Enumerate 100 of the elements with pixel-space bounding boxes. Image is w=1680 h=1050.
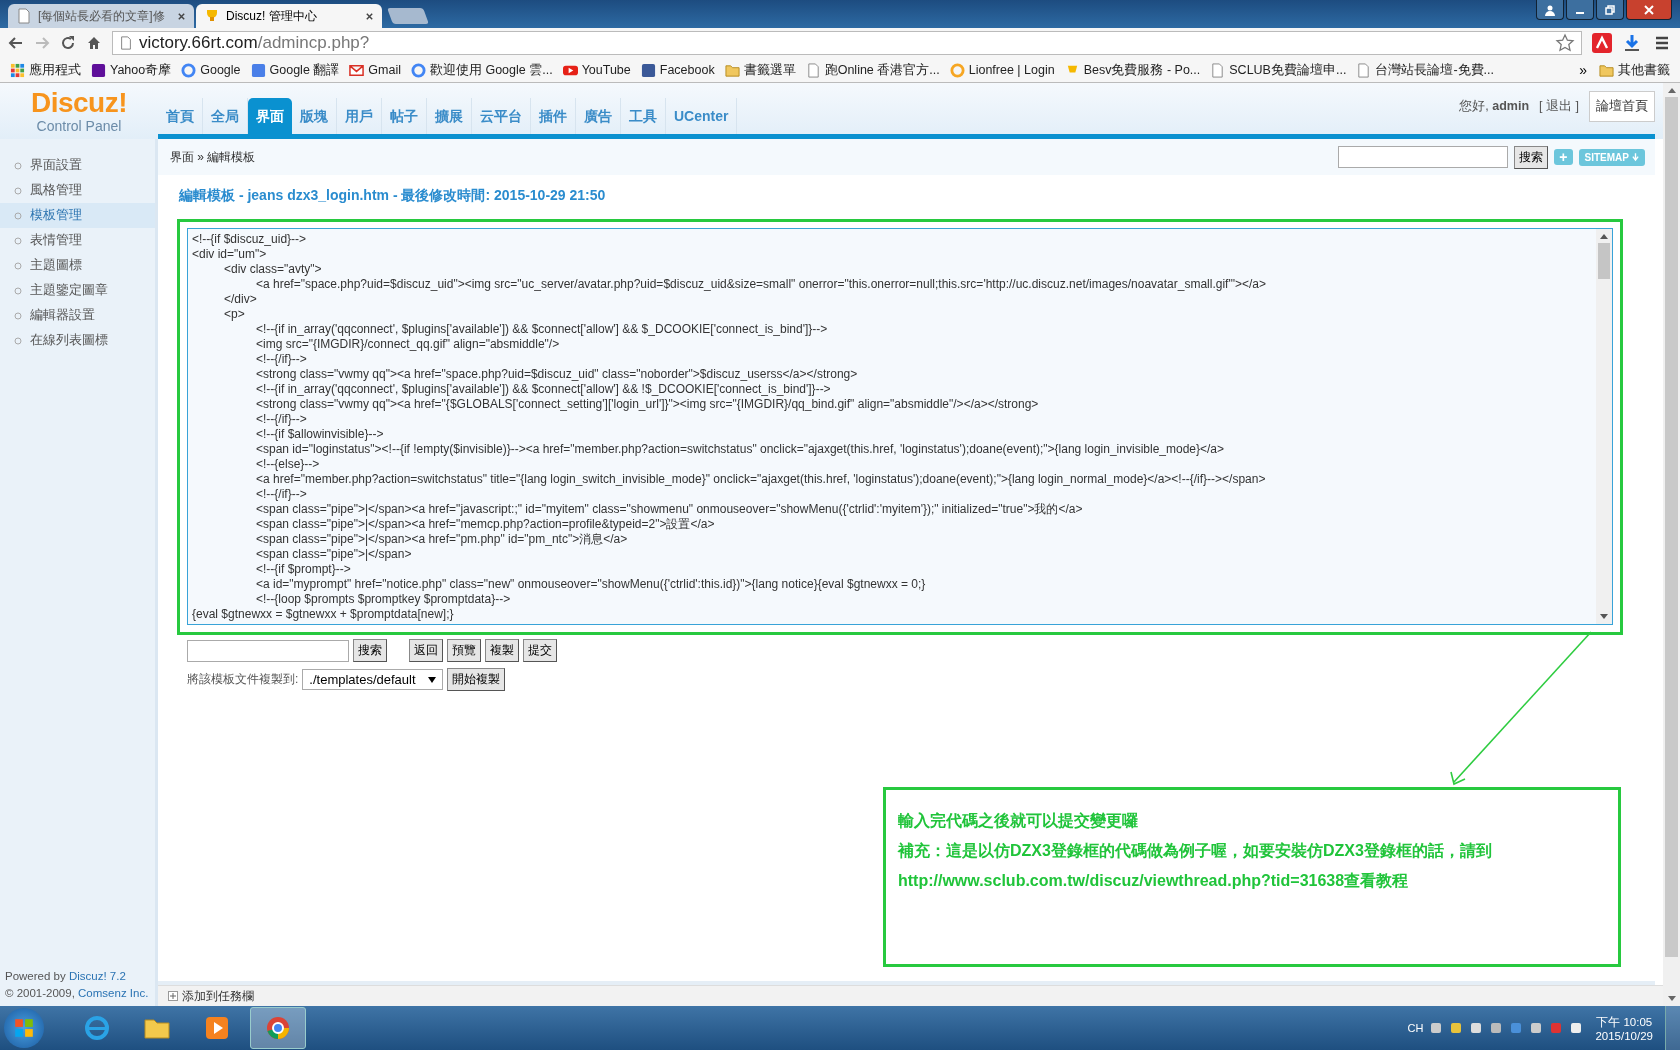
bookmark-folder[interactable]: 其他書籤 [1597,61,1672,79]
restore-button[interactable] [1596,0,1624,20]
bullet-icon [14,311,22,320]
sidebar-item[interactable]: 風格管理 [0,178,155,203]
forum-home-button[interactable]: 論壇首頁 [1589,91,1655,122]
bullet-icon [14,161,22,170]
tray-icon[interactable] [1569,1021,1584,1035]
logo: Discuz! [30,88,128,118]
action-button[interactable]: 複製 [485,639,519,662]
scroll-down-icon [1600,614,1608,620]
bookmark[interactable]: Gmail [347,62,403,78]
bookmark[interactable]: Google 翻譯 [248,61,342,79]
comsenz-link[interactable]: Comsenz Inc. [78,987,149,999]
code-line: <img src="{IMGDIR}/connect_qq.gif" align="absmiddle"/> [255,337,561,352]
code-line: <div id="um"> [192,247,268,262]
bookmark[interactable]: YouTube [560,62,633,78]
logout-link[interactable]: [ 退出 ] [1539,98,1579,115]
search-field[interactable] [1338,146,1509,168]
plus-icon [168,991,178,1001]
bookmark[interactable]: Google [179,62,243,78]
action-button[interactable]: 提交 [523,639,557,662]
bookmark[interactable]: Lionfree | Login [947,62,1057,78]
bullet-icon [14,186,22,195]
play-icon [203,1014,231,1042]
bookmark[interactable]: 跑Online 香港官方... [803,61,942,79]
logo-subtitle: Control Panel [36,118,122,134]
bookmark[interactable]: 書籤選單 [722,61,798,79]
nav-tab[interactable]: 界面 [248,98,292,134]
tray-icon[interactable] [1469,1021,1484,1035]
code-line: <a href="member.php?action=switchstatus" title="{lang login_switch_invisible_mode}" onclick="ajaxget(this.href, 'loginstatus');doane(event);">{lang login_normal_mode}</a><!--{/if}--></span> [255,472,1267,487]
home-icon[interactable] [86,35,102,51]
tray-icon[interactable] [1529,1021,1544,1035]
code-line: <span class="pipe">|</span><a href="pm.php" id="pm_ntc">消息</a> [255,532,629,547]
bookmark[interactable]: 應用程式 [8,61,83,79]
new-tab-button[interactable] [387,8,429,24]
tray-icon[interactable] [1489,1021,1504,1035]
code-line: <span id="loginstatus"><!--{if !empty($invisible)}--><a href="member.php?action=switchstatus" onclick="ajaxget(this.href, 'loginstatus');doane(event);">{lang login_invisible_mode}</a> [255,442,1226,457]
start-copy-button[interactable]: 開始複製 [446,668,505,691]
code-line: <!--{else}--> [255,457,321,472]
more-bookmarks-button[interactable]: » [1575,62,1591,78]
reload-icon[interactable] [60,35,76,51]
sidebar-item[interactable]: 編輯器設置 [0,303,155,328]
close-icon [1643,3,1655,16]
sidebar-item[interactable]: 在線列表圖標 [0,328,155,353]
search-button[interactable]: 搜索 [353,639,387,662]
back-icon[interactable] [8,35,24,51]
bookmark[interactable]: 台灣站長論壇-免費... [1354,61,1496,79]
scrollbar-thumb[interactable] [1598,243,1610,279]
sidebar-item[interactable]: 模板管理 [0,203,155,228]
page-scrollbar[interactable] [1663,83,1680,1006]
start-button[interactable] [4,1008,44,1048]
action-button[interactable]: 預覽 [447,639,481,662]
bookmark[interactable]: Yahoo奇摩 [89,61,174,79]
scrollbar-thumb[interactable] [1665,97,1678,957]
sidebar-item[interactable]: 主題鑒定圖章 [0,278,155,303]
action-button[interactable]: 返回 [409,639,443,662]
search-field[interactable] [187,639,349,662]
add-to-taskbar-link[interactable]: 添加到任務欄 [182,987,254,1005]
page-icon [119,36,133,50]
user-button[interactable] [1536,0,1564,20]
greeting: 您好, admin [1459,98,1530,115]
bookmark[interactable]: Besv免費服務 - Po... [1062,61,1203,79]
circle-icon [410,62,426,78]
sidebar-item[interactable]: 主題圖標 [0,253,155,278]
extension-icon[interactable] [1592,33,1612,53]
sidebar-item[interactable]: 界面設置 [0,153,155,178]
code-line: <a id="myprompt" href="notice.php" class="new" onmouseover="showMenu({'ctrlid':this.id})">{lang notice}{eval $gtnewxx = 0;} [255,577,927,592]
close-icon[interactable] [365,11,374,21]
square-icon [250,62,266,78]
scrollbar[interactable] [1596,229,1612,624]
code-line: <strong class="vwmy qq"><a href="{$GLOBALS['connect_setting']['login_url']}"><img src="{IMGDIR}/qq_bind.gif" align="absmiddle"/></a></strong> [255,397,1040,412]
annotation-text: 補充：這是以仿DZX3登錄框的代碼做為例子喔，如要安裝仿DZX3登錄框的話，請到 [898,841,1493,861]
bullet-icon [14,336,22,345]
bookmark[interactable]: Facebook [638,62,717,78]
template-dropdown[interactable]: ./templates/default [302,669,443,690]
search-button[interactable]: 搜索 [1514,145,1549,169]
download-icon[interactable] [1622,33,1642,53]
address-bar[interactable]: victory.66rt.com/admincp.php? [112,31,1582,55]
envelope-icon [349,62,365,78]
sidebar-item[interactable]: 表情管理 [0,228,155,253]
browser-tab[interactable]: Discuz! 管理中心 [196,4,382,28]
close-icon[interactable] [177,11,186,21]
copyright-text: © 2001-2009, Comsenz Inc. [5,986,150,1001]
clock[interactable]: 下午 10:05 2015/10/29 [1589,1014,1659,1042]
language-indicator[interactable]: CH [1407,1022,1424,1034]
page-icon [1210,62,1226,78]
bookmark[interactable]: 歡迎使用 Google 雲... [408,61,555,79]
tray-icon[interactable] [1449,1021,1464,1035]
star-icon[interactable] [1555,33,1575,53]
trophy-icon [204,8,220,24]
bookmark[interactable]: SCLUB免費論壇申... [1208,61,1349,79]
code-line: <!--{if $prompt}--> [255,562,352,577]
minimize-button[interactable] [1566,0,1594,20]
code-line: <!--{loop $prompts $promptkey $promptdata}--> [255,592,512,607]
discuz-link[interactable]: Discuz! 7.2 [68,970,126,982]
breadcrumb: 界面 » 編輯模板 [170,148,256,166]
browser-tab[interactable]: [每個站長必看的文章]修 [8,4,194,28]
tray-icon[interactable] [1429,1021,1444,1035]
code-line: <!--{/if}--> [255,412,308,427]
close-button[interactable] [1626,0,1672,20]
